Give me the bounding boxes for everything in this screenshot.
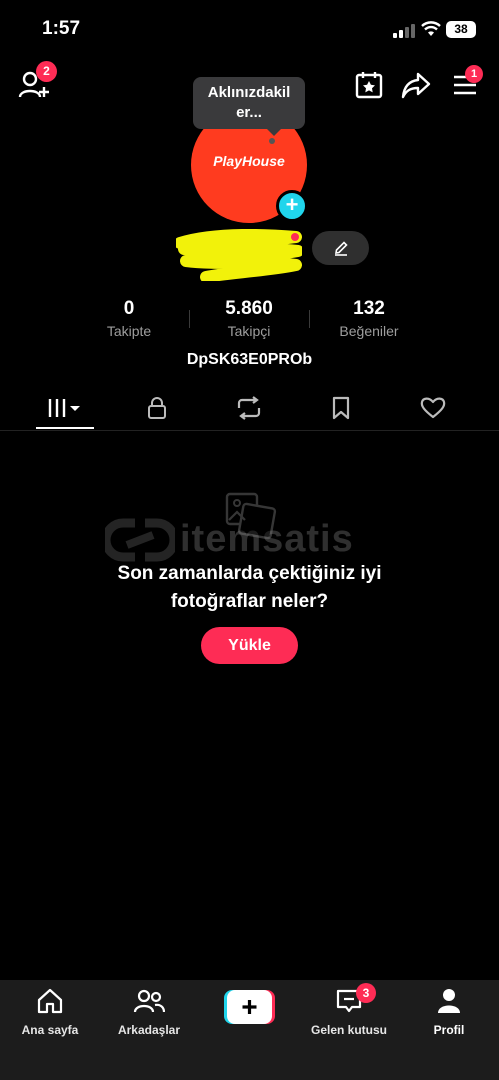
- empty-state-line2: fotoğraflar neler?: [170, 591, 329, 612]
- wifi-icon: [421, 21, 441, 36]
- home-icon: [37, 988, 63, 1014]
- menu-badge: 1: [465, 65, 483, 83]
- tab-liked[interactable]: [403, 388, 463, 428]
- heart-icon: [420, 397, 446, 419]
- tooltip-dot: [269, 138, 275, 144]
- profile-icon: [438, 989, 460, 1013]
- share-icon[interactable]: [401, 71, 431, 99]
- redacted-name: [176, 229, 302, 281]
- avatar-logo-text: PlayHouse: [213, 153, 285, 169]
- signal-icon: [393, 22, 415, 38]
- nav-friends[interactable]: Arkadaşlar: [104, 988, 194, 1037]
- nav-inbox[interactable]: Gelen kutusu: [304, 988, 394, 1037]
- inbox-badge: 3: [356, 983, 376, 1003]
- status-time: 1:57: [42, 18, 81, 39]
- following-stat[interactable]: 0 Takipte: [69, 298, 189, 339]
- likes-label: Beğeniler: [339, 323, 399, 339]
- nav-home[interactable]: Ana sayfa: [5, 988, 95, 1037]
- followers-stat[interactable]: 5.860 Takipçi: [189, 298, 309, 339]
- likes-stat[interactable]: 132 Beğeniler: [309, 298, 429, 339]
- friends-icon: [133, 989, 166, 1013]
- add-story-button[interactable]: +: [276, 190, 308, 222]
- add-friends-badge: 2: [36, 61, 57, 82]
- content-tabs: [0, 388, 499, 430]
- tabs-divider: [0, 430, 499, 431]
- likes-count: 132: [353, 298, 385, 319]
- following-count: 0: [123, 298, 135, 319]
- empty-state-line1: Son zamanlarda çektiğiniz iyi: [117, 563, 382, 584]
- nav-inbox-label: Gelen kutusu: [310, 1023, 387, 1037]
- grid-icon: [48, 399, 80, 417]
- username[interactable]: DpSK63E0PROb: [0, 351, 499, 369]
- nav-profile-label: Profil: [433, 1023, 465, 1037]
- nav-home-label: Ana sayfa: [21, 1023, 79, 1037]
- empty-state-message: Son zamanlarda çektiğiniz iyi fotoğrafla…: [0, 560, 499, 616]
- active-tab-indicator: [36, 427, 94, 429]
- lock-icon: [148, 397, 166, 419]
- repost-icon: [237, 396, 261, 420]
- battery-icon: 38: [446, 21, 476, 38]
- nav-friends-label: Arkadaşlar: [117, 1023, 181, 1037]
- bookmark-icon: [332, 396, 350, 420]
- calendar-star-icon[interactable]: [355, 71, 383, 99]
- tab-saved[interactable]: [311, 388, 371, 428]
- nav-profile[interactable]: Profil: [404, 988, 494, 1037]
- photos-icon: [225, 492, 277, 540]
- tab-private[interactable]: [127, 388, 187, 428]
- watermark-logo-icon: [105, 518, 175, 562]
- tab-videos[interactable]: [35, 388, 95, 428]
- status-dot: [291, 233, 299, 241]
- tab-reposts[interactable]: [219, 388, 279, 428]
- following-label: Takipte: [106, 323, 152, 339]
- create-button[interactable]: [224, 990, 275, 1024]
- edit-profile-button[interactable]: [312, 231, 369, 265]
- note-tooltip[interactable]: Aklınızdakil er...: [193, 77, 305, 136]
- upload-button[interactable]: Yükle: [201, 627, 298, 664]
- followers-count: 5.860: [225, 298, 273, 319]
- followers-label: Takipçi: [227, 323, 271, 339]
- pencil-icon: [334, 241, 348, 256]
